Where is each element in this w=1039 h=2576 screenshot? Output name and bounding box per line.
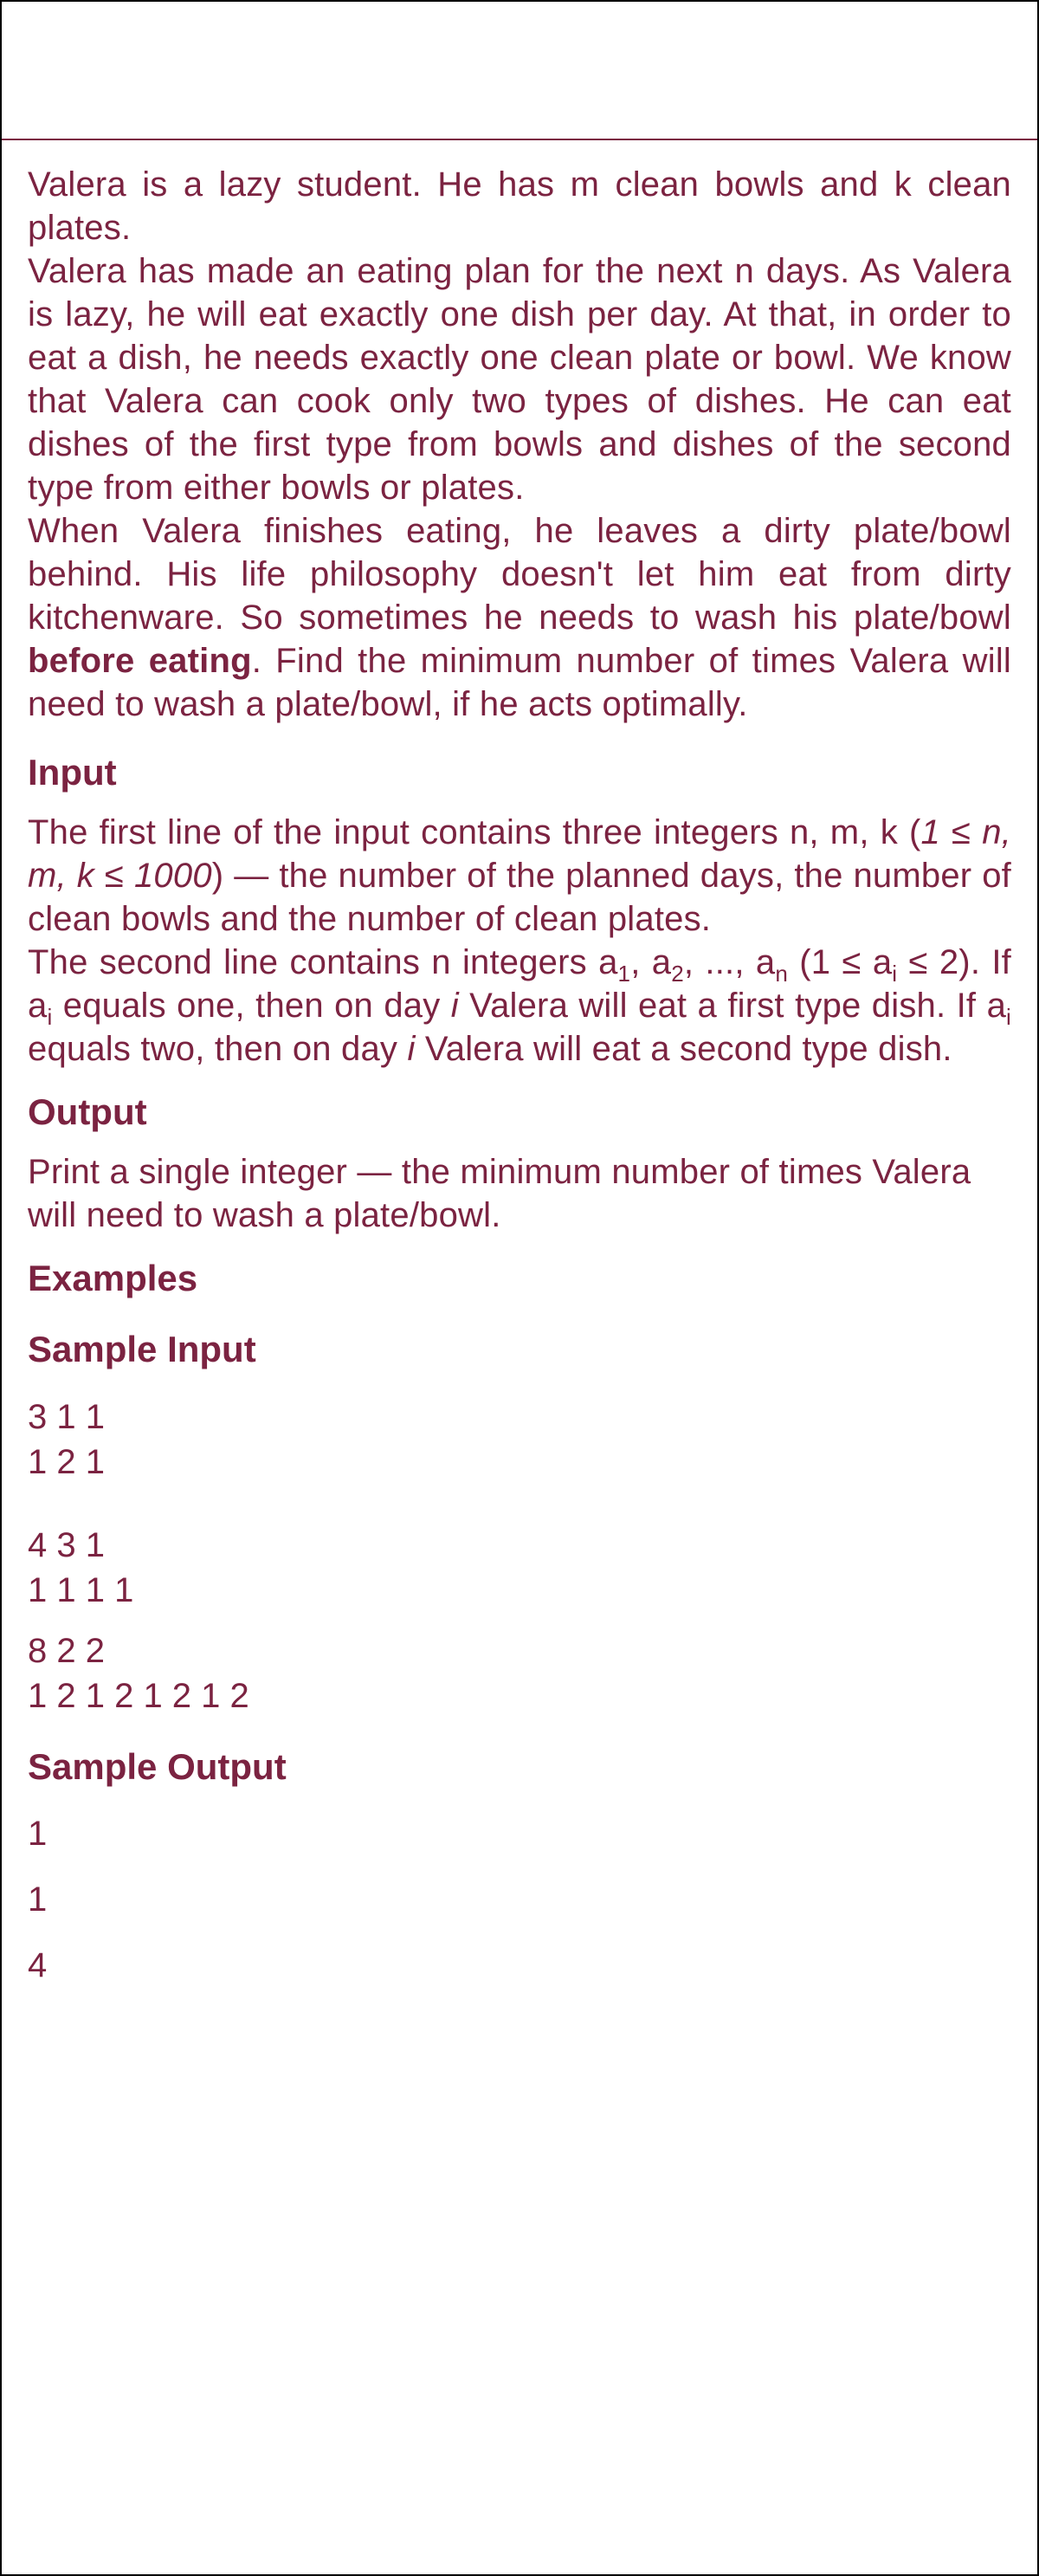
sample-outputs: 1 1 4 bbox=[28, 1812, 1011, 1987]
input-l2-g: Valera will eat a first type dish. If a bbox=[458, 987, 1007, 1025]
input-line-1: The first line of the input contains thr… bbox=[28, 811, 1011, 941]
problem-statement: Valera is a lazy student. He has m clean… bbox=[2, 140, 1037, 1987]
sample-output-title: Sample Output bbox=[28, 1746, 287, 1787]
sample-input-line: 1 2 1 2 1 2 1 2 bbox=[28, 1677, 249, 1715]
subscript-2: 2 bbox=[671, 961, 684, 987]
input-section-title: Input bbox=[28, 752, 117, 793]
input-l2-a: The second line contains n integers a bbox=[28, 943, 618, 981]
sample-input-title: Sample Input bbox=[28, 1329, 256, 1369]
sample-output-2: 1 bbox=[28, 1880, 48, 1919]
sample-input-line: 4 3 1 bbox=[28, 1526, 105, 1564]
statement-paragraph-2: Valera has made an eating plan for the n… bbox=[28, 252, 1011, 507]
header-band bbox=[2, 2, 1037, 140]
output-section-title: Output bbox=[28, 1091, 147, 1132]
input-l2-i: Valera will eat a second type dish. bbox=[415, 1030, 952, 1068]
input-l2-d: (1 ≤ a bbox=[788, 943, 893, 981]
sample-input-line: 3 1 1 bbox=[28, 1398, 105, 1436]
input-line-2: The second line contains n integers a1, … bbox=[28, 941, 1011, 1071]
output-description: Print a single integer — the minimum num… bbox=[28, 1153, 971, 1234]
statement-paragraph-3: When Valera finishes eating, he leaves a… bbox=[28, 509, 1011, 726]
input-l2-b: , a bbox=[630, 943, 672, 981]
sample-output-1: 1 bbox=[28, 1815, 48, 1853]
examples-title: Examples bbox=[28, 1258, 198, 1298]
statement-p3-text: When Valera finishes eating, he leaves a… bbox=[28, 512, 1011, 637]
input-l2-c: , ..., a bbox=[683, 943, 776, 981]
statement-paragraph-1: Valera is a lazy student. He has m clean… bbox=[28, 165, 1011, 247]
sample-input-line: 8 2 2 bbox=[28, 1632, 105, 1670]
sample-input-2: 4 3 1 1 1 1 1 bbox=[28, 1523, 1011, 1613]
sample-output-3: 4 bbox=[28, 1946, 48, 1984]
input-l1-a: The first line of the input contains thr… bbox=[28, 813, 921, 851]
sample-input-3: 8 2 2 1 2 1 2 1 2 1 2 bbox=[28, 1628, 1011, 1718]
subscript-n: n bbox=[775, 961, 789, 987]
sample-input-1: 3 1 1 1 2 1 bbox=[28, 1395, 1011, 1485]
sample-input-line: 1 1 1 1 bbox=[28, 1571, 134, 1609]
page-frame: Valera is a lazy student. He has m clean… bbox=[0, 0, 1039, 2576]
sample-input-line: 1 2 1 bbox=[28, 1443, 105, 1481]
italic-i: i bbox=[407, 1030, 416, 1068]
subscript-i: i bbox=[1006, 1004, 1011, 1030]
italic-i: i bbox=[450, 987, 459, 1025]
statement-p3-bold: before eating bbox=[28, 642, 252, 680]
input-l2-f: equals one, then on day bbox=[52, 987, 451, 1025]
input-l2-h: equals two, then on day bbox=[28, 1030, 408, 1068]
subscript-1: 1 bbox=[617, 961, 631, 987]
